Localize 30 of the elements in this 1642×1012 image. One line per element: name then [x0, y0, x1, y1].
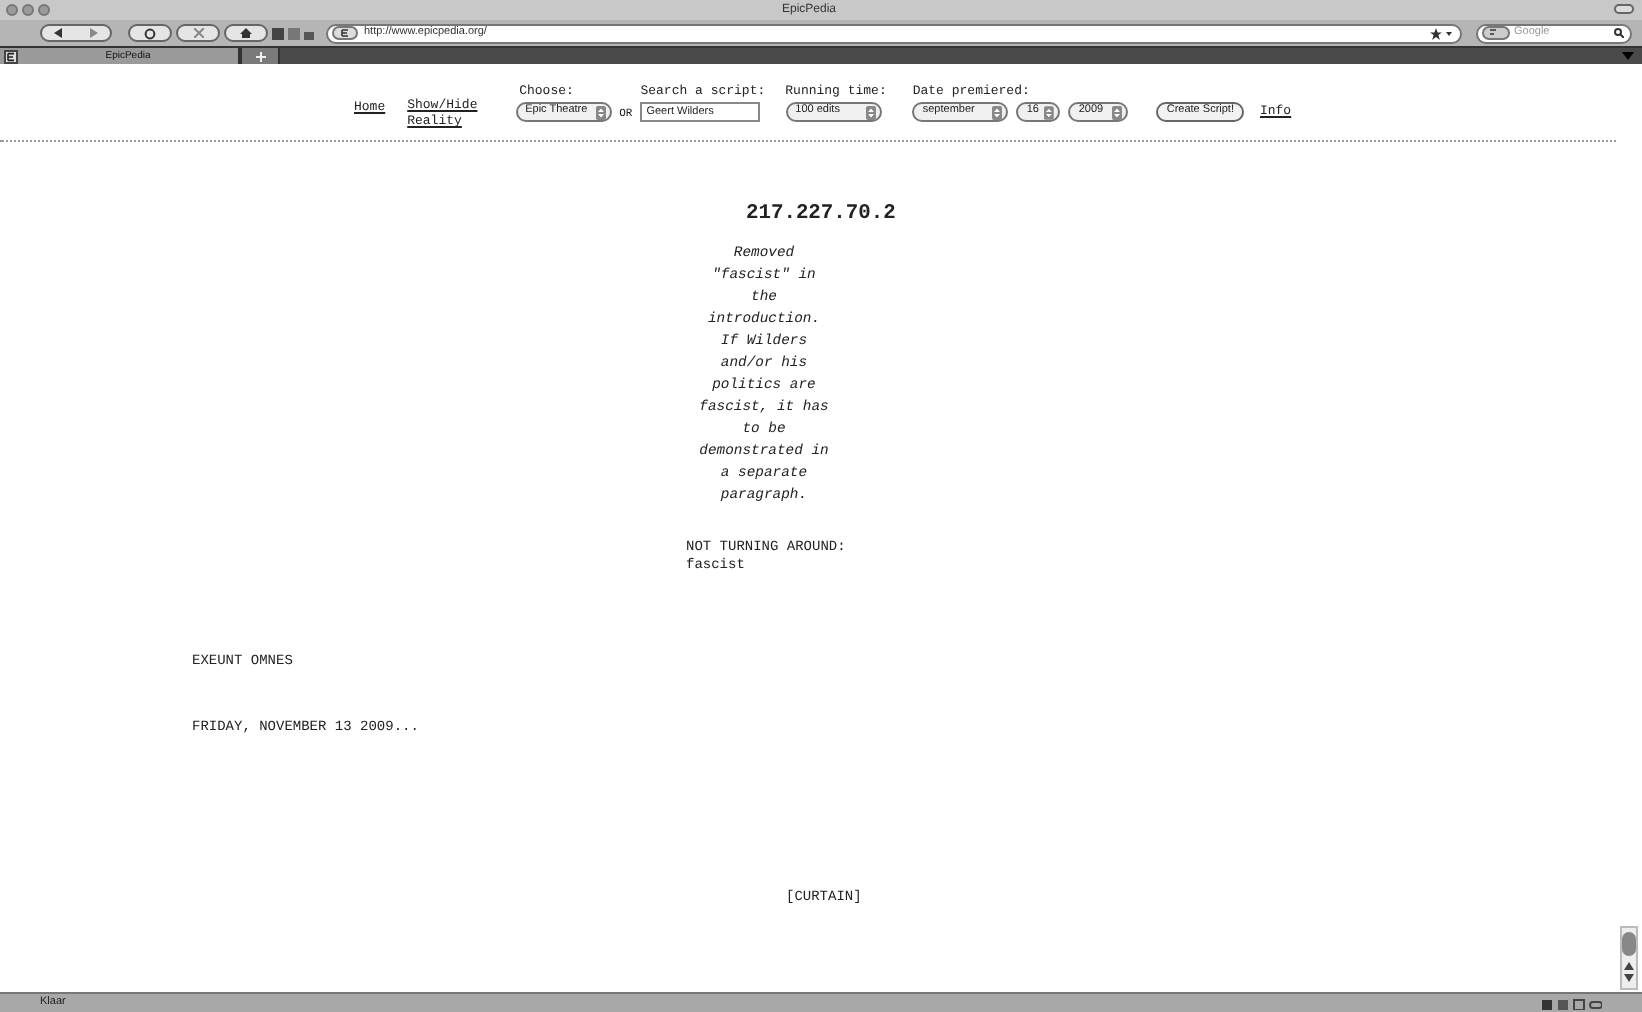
reload-icon: [144, 27, 156, 39]
scrollbar-thumb[interactable]: [1622, 932, 1636, 956]
script-title: 217.227.70.2: [744, 202, 898, 226]
down-arrow-icon[interactable]: [1624, 974, 1634, 982]
minimize-button[interactable]: [22, 4, 34, 16]
reload-button[interactable]: [128, 24, 172, 42]
dropdown-arrows-icon: [992, 105, 1003, 119]
up-arrow-icon[interactable]: [1624, 962, 1634, 970]
dropdown-arrows-icon: [595, 105, 606, 119]
star-icon[interactable]: [1430, 27, 1452, 39]
scrollbar-track[interactable]: [1620, 926, 1638, 990]
plus-icon: [255, 51, 265, 61]
favicon-icon: [332, 26, 358, 40]
new-tab-button[interactable]: [240, 48, 280, 64]
toolbar-toggle-button[interactable]: [1614, 4, 1634, 14]
status-icons-drawing: [1542, 997, 1602, 1009]
stop-button[interactable]: [176, 24, 220, 42]
close-button[interactable]: [6, 4, 18, 16]
forward-icon: [88, 28, 98, 38]
home-icon: [240, 28, 252, 38]
back-forward-button[interactable]: [40, 24, 112, 42]
back-icon: [54, 28, 64, 38]
dropdown-arrows-icon: [865, 105, 876, 119]
search-icon: [1614, 28, 1624, 38]
dropdown-arrows-icon: [1044, 105, 1055, 119]
zoom-button[interactable]: [38, 4, 50, 16]
home-button[interactable]: [224, 24, 268, 42]
dropdown-arrows-icon: [1112, 105, 1123, 119]
search-engine-icon: [1482, 26, 1510, 40]
close-icon: [193, 28, 203, 38]
